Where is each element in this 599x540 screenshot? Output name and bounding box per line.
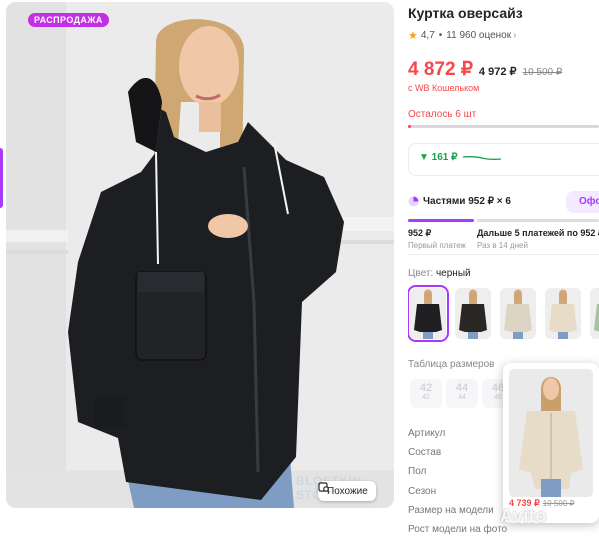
color-swatch[interactable]: [500, 288, 536, 339]
chevron-right-icon: ›: [513, 30, 517, 41]
wallet-price: 4 972 ₽: [478, 66, 517, 78]
color-swatch[interactable]: [408, 285, 449, 342]
installment-progress-first: [408, 219, 474, 222]
color-label-row: Цвет: черный: [408, 268, 471, 279]
next-payments-label: Раз в 14 дней: [477, 241, 528, 250]
installment-progress-rest: [477, 219, 599, 222]
first-payment-amount: 952 ₽: [408, 228, 432, 238]
installment-title: Частями 952 ₽ × 6: [423, 196, 511, 207]
color-swatch[interactable]: [455, 288, 491, 339]
similar-button[interactable]: Похожие: [318, 481, 376, 501]
sale-badge: РАСПРОДАЖА: [28, 13, 109, 27]
rating-row[interactable]: ★ 4,7 • 11 960 оценок ›: [408, 29, 516, 42]
similar-product-popup[interactable]: 4 739 ₽10 500 ₽: [503, 363, 599, 523]
gallery: РАСПРОДАЖА BLOSTKIN STORE Похожие: [0, 0, 398, 540]
similar-product-old-price: 10 500 ₽: [542, 499, 575, 508]
installment-row[interactable]: Частями 952 ₽ × 6: [408, 196, 511, 207]
first-payment-label: Первый платеж: [408, 241, 466, 250]
avito-watermark: Avito: [500, 506, 547, 526]
next-payments-amount: Дальше 5 платежей по 952 ₽: [477, 228, 599, 238]
color-value: черный: [435, 268, 471, 279]
rating-value: 4,7: [420, 30, 435, 41]
size-intl: 42: [422, 394, 430, 401]
stock-progress-fill: [408, 125, 411, 128]
divider: [408, 254, 599, 255]
spec-label: Состав: [408, 447, 442, 458]
price-history-sparkline: [462, 156, 502, 160]
product-title: Куртка оверсайз: [408, 5, 523, 21]
size-ru: 42: [419, 382, 433, 394]
spec-label: Сезон: [408, 486, 437, 497]
main-product-photo[interactable]: РАСПРОДАЖА BLOSTKIN STORE Похожие: [6, 2, 394, 508]
size-option[interactable]: 42 42: [410, 379, 442, 408]
size-ru: 44: [455, 382, 469, 394]
color-swatch[interactable]: [545, 288, 581, 339]
stock-left: Осталось 6 шт: [408, 109, 477, 120]
gallery-edge-indicator: [0, 148, 3, 208]
price-row: 4 872 ₽ 4 972 ₽ 10 500 ₽: [408, 58, 562, 81]
wallet-note[interactable]: с WB Кошельком: [408, 83, 479, 93]
size-chart-title[interactable]: Таблица размеров: [408, 359, 494, 370]
size-intl: 44: [458, 394, 466, 401]
installment-pie-icon: [408, 196, 419, 207]
spec-label: Артикул: [408, 428, 446, 439]
reviews-count: 11 960 оценок: [446, 30, 512, 41]
spec-label: Рост модели на фото: [408, 524, 508, 535]
similar-button-label: Похожие: [327, 485, 368, 497]
spec-label: Размер на модели: [408, 505, 494, 516]
size-option[interactable]: 44 44: [446, 379, 478, 408]
color-label: Цвет:: [408, 268, 434, 279]
spec-label: Пол: [408, 466, 427, 477]
star-icon: ★: [408, 30, 418, 42]
similar-product-photo[interactable]: [509, 369, 593, 497]
current-price: 4 872 ₽: [408, 59, 473, 80]
stock-progress: [408, 125, 599, 128]
old-price: 10 500 ₽: [522, 67, 563, 78]
dot-separator-icon: •: [438, 30, 443, 41]
price-change: ▼ 161 ₽: [419, 152, 458, 163]
installment-checkout-button[interactable]: Офо: [566, 191, 599, 213]
color-swatch[interactable]: [590, 288, 599, 339]
